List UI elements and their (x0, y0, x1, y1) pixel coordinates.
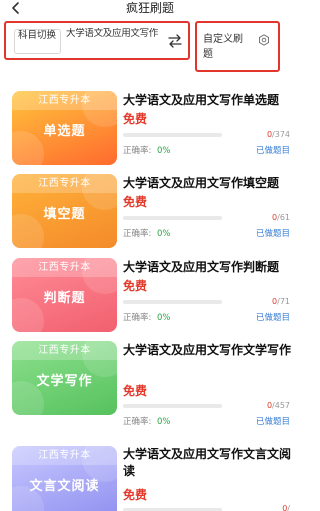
question-bank-item[interactable]: 江西专升本 判断题 大学语文及应用文写作判断题 免费 0/71 正确率: 0% … (0, 258, 300, 338)
header-bar: 疯狂刷题 (0, 0, 300, 18)
progress-bar (123, 404, 222, 408)
cover-label: 文言文阅读 (29, 479, 100, 494)
progress-count: 0/374 (267, 130, 290, 140)
subject-switch-label: 科目切换 (18, 30, 57, 41)
question-bank-item[interactable]: 江西专升本 单选题 大学语文及应用文写作单选题 免费 0/374 正确率: 0%… (0, 91, 300, 171)
subject-switch-button[interactable]: 科目切换 (14, 29, 61, 54)
progress-bar (123, 216, 222, 220)
total-count: /71 (277, 297, 290, 306)
cover-image: 江西专升本 判断题 (12, 258, 117, 332)
price-label: 免费 (123, 279, 148, 293)
progress-bar (123, 133, 222, 137)
price-label: 免费 (123, 488, 148, 502)
cover-label: 单选题 (43, 124, 86, 139)
cover-banner: 江西专升本 (12, 446, 117, 465)
gear-icon (258, 34, 270, 46)
practice-page: 疯狂刷题 科目切换 大学语文及应用文写作 自定义刷题 江西专升本 单选题 大学语… (0, 0, 300, 511)
progress-count: 0/ (282, 504, 290, 511)
total-count: / (287, 504, 290, 511)
cover-banner: 江西专升本 (12, 341, 117, 360)
accuracy-label: 正确率: (123, 313, 152, 323)
total-count: /61 (277, 213, 290, 222)
cover-banner: 江西专升本 (12, 91, 117, 110)
cover-image: 江西专升本 单选题 (12, 91, 117, 165)
custom-practice-box: 自定义刷题 (195, 21, 280, 72)
total-count: /374 (272, 130, 290, 139)
cover-label: 判断题 (43, 291, 86, 306)
cover-label: 文学写作 (36, 374, 93, 389)
subject-name-label: 大学语文及应用文写作 (66, 28, 159, 39)
accuracy-label: 正确率: (123, 417, 152, 427)
item-title: 大学语文及应用文写作填空题 (123, 176, 280, 190)
accuracy-value: 0% (157, 146, 171, 156)
cover-image: 江西专升本 填空题 (12, 174, 117, 248)
progress-bar (123, 300, 222, 304)
cover-banner: 江西专升本 (12, 258, 117, 277)
done-questions-link[interactable]: 已做题目 (256, 313, 290, 324)
total-count: /457 (272, 401, 290, 410)
item-title: 大学语文及应用文写作单选题 (123, 93, 280, 107)
page-title: 疯狂刷题 (125, 1, 174, 15)
question-bank-item[interactable]: 江西专升本 文言文阅读 大学语文及应用文写作文言文阅读 免费 0/ (0, 446, 300, 511)
cover-label: 填空题 (43, 207, 86, 222)
subject-toolbar: 科目切换 大学语文及应用文写作 (4, 21, 190, 60)
cover-image: 江西专升本 文言文阅读 (12, 446, 117, 511)
done-questions-link[interactable]: 已做题目 (256, 229, 290, 240)
accuracy-value: 0% (157, 229, 171, 239)
item-title: 大学语文及应用文写作文言文阅读 (123, 447, 292, 478)
price-label: 免费 (123, 384, 148, 398)
item-title: 大学语文及应用文写作文学写作 (123, 343, 292, 357)
accuracy-label: 正确率: (123, 146, 152, 156)
done-questions-link[interactable]: 已做题目 (256, 146, 290, 157)
accuracy-label: 正确率: (123, 229, 152, 239)
progress-count: 0/457 (267, 401, 290, 411)
swap-arrows-icon[interactable] (167, 33, 183, 49)
cover-banner: 江西专升本 (12, 174, 117, 193)
progress-count: 0/71 (272, 297, 290, 307)
subject-selector[interactable]: 大学语文及应用文写作 (66, 28, 164, 56)
accuracy-value: 0% (157, 313, 171, 323)
question-bank-item[interactable]: 江西专升本 填空题 大学语文及应用文写作填空题 免费 0/61 正确率: 0% … (0, 174, 300, 254)
item-title: 大学语文及应用文写作判断题 (123, 260, 280, 274)
accuracy-value: 0% (157, 417, 171, 427)
custom-practice-button[interactable]: 自定义刷题 (203, 29, 274, 65)
cover-image: 江西专升本 文学写作 (12, 341, 117, 415)
price-label: 免费 (123, 195, 148, 209)
done-questions-link[interactable]: 已做题目 (256, 417, 290, 428)
question-bank-item[interactable]: 江西专升本 文学写作 大学语文及应用文写作文学写作 免费 0/457 正确率: … (0, 341, 300, 427)
custom-practice-label: 自定义刷题 (203, 34, 243, 60)
price-label: 免费 (123, 112, 148, 126)
progress-count: 0/61 (272, 213, 290, 223)
